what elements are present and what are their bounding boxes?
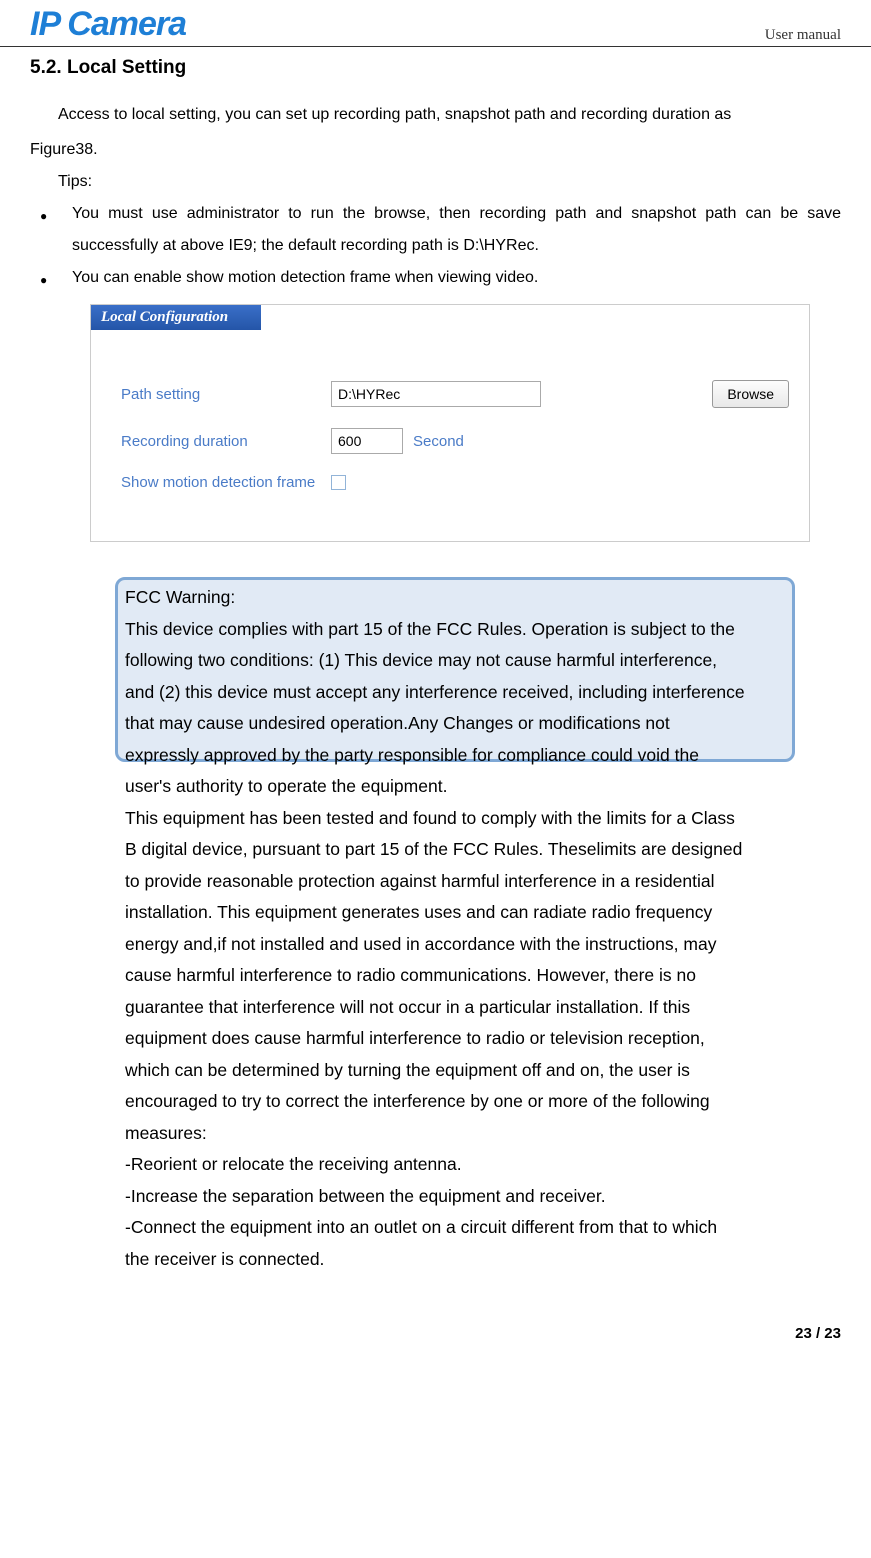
page-number: 23 / 23	[795, 1325, 841, 1342]
section-title: 5.2. Local Setting	[30, 57, 841, 79]
duration-input[interactable]	[331, 428, 403, 454]
panel-title: Local Configuration	[91, 305, 261, 330]
logo: IP Camera	[30, 5, 186, 44]
list-item: You must use administrator to run the br…	[30, 198, 841, 262]
fcc-title: FCC Warning:	[125, 582, 746, 614]
fcc-paragraph-2: This equipment has been tested and found…	[125, 803, 746, 1150]
page-footer: 23 / 23	[0, 1295, 871, 1352]
fcc-warning-block: FCC Warning: This device complies with p…	[120, 582, 751, 1275]
page-header: IP Camera User manual	[0, 0, 871, 47]
motion-checkbox[interactable]	[331, 475, 346, 490]
header-label: User manual	[765, 27, 841, 44]
path-input[interactable]	[331, 381, 541, 407]
path-row: Path setting Browse	[121, 380, 789, 408]
config-panel: Local Configuration Path setting Browse …	[90, 304, 810, 542]
page-content: 5.2. Local Setting Access to local setti…	[0, 47, 871, 1295]
intro-line-2: Figure38.	[30, 134, 841, 166]
fcc-text: FCC Warning: This device complies with p…	[120, 582, 751, 1275]
panel-body: Path setting Browse Recording duration S…	[91, 330, 809, 541]
fcc-paragraph-1: This device complies with part 15 of the…	[125, 614, 746, 803]
duration-row: Recording duration Second	[121, 428, 789, 454]
path-label: Path setting	[121, 386, 331, 403]
fcc-measure-1: -Reorient or relocate the receiving ante…	[125, 1149, 746, 1181]
tips-label: Tips:	[30, 166, 841, 198]
duration-label: Recording duration	[121, 433, 331, 450]
motion-row: Show motion detection frame	[121, 474, 789, 491]
intro-line-1: Access to local setting, you can set up …	[30, 99, 841, 131]
screenshot-figure: Local Configuration Path setting Browse …	[90, 304, 810, 542]
duration-unit: Second	[413, 433, 464, 450]
tips-list: You must use administrator to run the br…	[30, 198, 841, 294]
list-item: You can enable show motion detection fra…	[30, 262, 841, 294]
fcc-measure-3: -Connect the equipment into an outlet on…	[125, 1212, 746, 1275]
motion-label: Show motion detection frame	[121, 474, 331, 491]
fcc-measure-2: -Increase the separation between the equ…	[125, 1181, 746, 1213]
browse-button[interactable]: Browse	[712, 380, 789, 408]
